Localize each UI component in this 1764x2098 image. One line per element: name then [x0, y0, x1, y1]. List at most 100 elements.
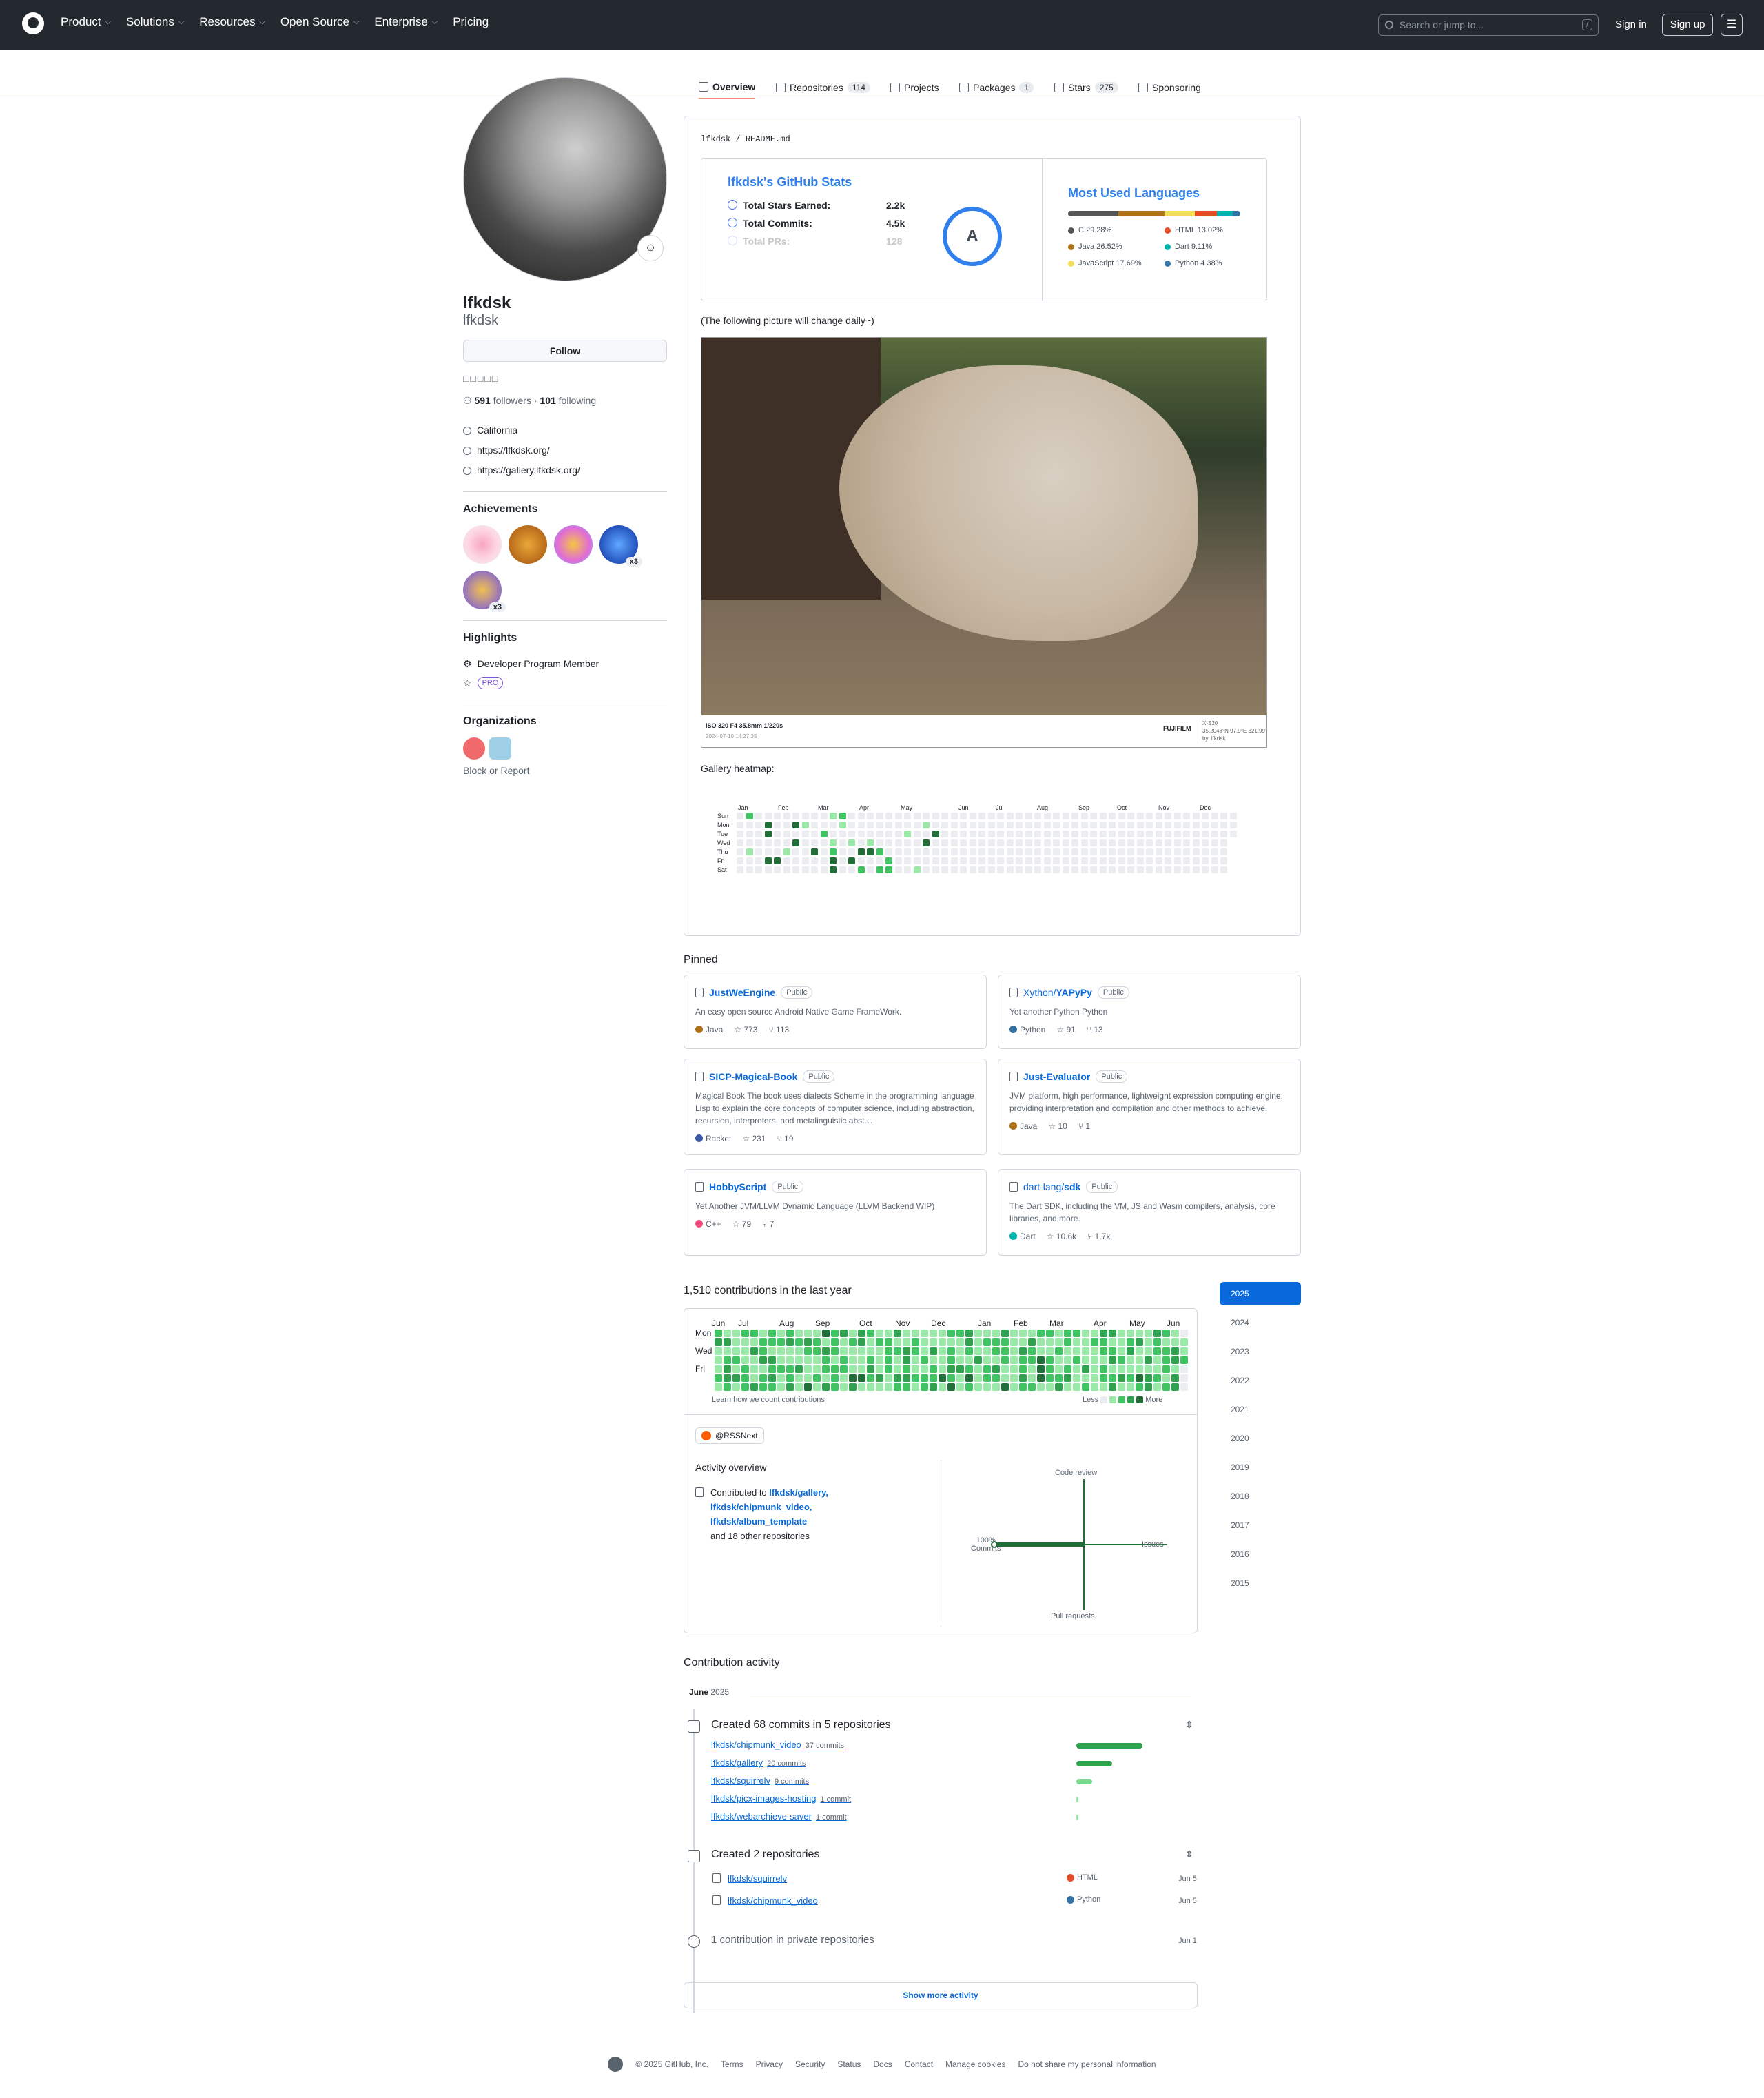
calendar-cell[interactable] [750, 1347, 758, 1355]
calendar-cell[interactable] [903, 1330, 910, 1337]
repo-link[interactable]: Xython/YAPyPy [1023, 987, 1092, 998]
calendar-cell[interactable] [732, 1374, 740, 1382]
year-filter-2015[interactable]: 2015 [1220, 1571, 1301, 1595]
calendar-cell[interactable] [777, 1338, 785, 1346]
calendar-cell[interactable] [921, 1374, 928, 1382]
calendar-cell[interactable] [903, 1356, 910, 1364]
calendar-cell[interactable] [1180, 1338, 1188, 1346]
calendar-cell[interactable] [1055, 1356, 1063, 1364]
calendar-cell[interactable] [831, 1374, 839, 1382]
calendar-cell[interactable] [768, 1330, 776, 1337]
calendar-cell[interactable] [813, 1365, 821, 1373]
calendar-cell[interactable] [732, 1338, 740, 1346]
calendar-cell[interactable] [715, 1347, 722, 1355]
calendar-cell[interactable] [1019, 1356, 1027, 1364]
year-filter-2025[interactable]: 2025 [1220, 1282, 1301, 1305]
calendar-cell[interactable] [1055, 1338, 1063, 1346]
fold-icon[interactable]: ⇕ [1185, 1849, 1193, 1860]
calendar-cell[interactable] [867, 1365, 874, 1373]
created-repo-link[interactable]: lfkdsk/chipmunk_video [728, 1895, 818, 1906]
calendar-cell[interactable] [1162, 1330, 1170, 1337]
calendar-cell[interactable] [939, 1356, 946, 1364]
calendar-cell[interactable] [1082, 1330, 1089, 1337]
following-count[interactable]: 101 [540, 395, 555, 406]
calendar-cell[interactable] [1118, 1374, 1125, 1382]
calendar-cell[interactable] [956, 1374, 964, 1382]
heart-badge-icon[interactable] [463, 525, 502, 564]
repo-owner[interactable]: dart-lang/ [1023, 1181, 1064, 1192]
calendar-cell[interactable] [768, 1365, 776, 1373]
calendar-cell[interactable] [965, 1365, 973, 1373]
calendar-cell[interactable] [894, 1356, 901, 1364]
highlight-text[interactable]: Developer Program Member [478, 654, 599, 673]
calendar-cell[interactable] [804, 1356, 812, 1364]
calendar-cell[interactable] [1127, 1347, 1134, 1355]
calendar-cell[interactable] [849, 1347, 857, 1355]
calendar-cell[interactable] [1127, 1356, 1134, 1364]
calendar-cell[interactable] [1010, 1347, 1018, 1355]
calendar-cell[interactable] [947, 1383, 955, 1391]
calendar-cell[interactable] [903, 1338, 910, 1346]
calendar-cell[interactable] [947, 1330, 955, 1337]
calendar-cell[interactable] [885, 1330, 892, 1337]
calendar-cell[interactable] [1109, 1330, 1116, 1337]
calendar-cell[interactable] [1118, 1330, 1125, 1337]
calendar-cell[interactable] [876, 1365, 883, 1373]
footer-link-2[interactable]: Privacy [756, 2059, 783, 2069]
calendar-cell[interactable] [795, 1383, 803, 1391]
calendar-cell[interactable] [894, 1383, 901, 1391]
calendar-cell[interactable] [813, 1374, 821, 1382]
tab-repositories[interactable]: Repositories 114 [776, 76, 870, 99]
year-filter-2024[interactable]: 2024 [1220, 1311, 1301, 1334]
calendar-cell[interactable] [992, 1347, 1000, 1355]
calendar-cell[interactable] [813, 1347, 821, 1355]
calendar-cell[interactable] [1001, 1347, 1009, 1355]
link-text[interactable]: https://lfkdsk.org/ [477, 440, 550, 460]
footer-link-7[interactable]: Manage cookies [945, 2059, 1005, 2069]
calendar-cell[interactable] [1100, 1356, 1107, 1364]
commit-count[interactable]: 20 commits [767, 1760, 806, 1768]
calendar-cell[interactable] [849, 1338, 857, 1346]
calendar-cell[interactable] [1010, 1356, 1018, 1364]
nav-product[interactable]: Product ⌵ [61, 15, 111, 29]
followers-label[interactable]: followers [493, 395, 531, 406]
website-link[interactable]: https://gallery.lfkdsk.org/ [463, 460, 667, 480]
calendar-cell[interactable] [992, 1338, 1000, 1346]
calendar-cell[interactable] [1046, 1330, 1054, 1337]
calendar-cell[interactable] [759, 1383, 767, 1391]
calendar-cell[interactable] [1109, 1374, 1116, 1382]
calendar-cell[interactable] [1109, 1338, 1116, 1346]
year-filter-2016[interactable]: 2016 [1220, 1542, 1301, 1566]
calendar-cell[interactable] [867, 1356, 874, 1364]
calendar-cell[interactable] [759, 1330, 767, 1337]
calendar-cell[interactable] [804, 1374, 812, 1382]
calendar-cell[interactable] [1118, 1365, 1125, 1373]
calendar-cell[interactable] [1019, 1383, 1027, 1391]
calendar-cell[interactable] [1064, 1330, 1071, 1337]
calendar-cell[interactable] [1162, 1365, 1170, 1373]
sign-up-button[interactable]: Sign up [1662, 14, 1713, 36]
following-label[interactable]: following [559, 395, 596, 406]
calendar-cell[interactable] [1028, 1383, 1036, 1391]
calendar-cell[interactable] [759, 1356, 767, 1364]
calendar-cell[interactable] [1064, 1383, 1071, 1391]
calendar-cell[interactable] [1180, 1374, 1188, 1382]
repo-stars[interactable]: ☆ 231 [742, 1134, 766, 1143]
calendar-cell[interactable] [921, 1347, 928, 1355]
calendar-cell[interactable] [786, 1374, 794, 1382]
calendar-cell[interactable] [804, 1330, 812, 1337]
calendar-cell[interactable] [741, 1338, 749, 1346]
calendar-cell[interactable] [1136, 1338, 1143, 1346]
calendar-cell[interactable] [1019, 1365, 1027, 1373]
calendar-cell[interactable] [1171, 1365, 1179, 1373]
footer-link-1[interactable]: Terms [721, 2059, 743, 2069]
footer-link-6[interactable]: Contact [905, 2059, 933, 2069]
calendar-cell[interactable] [983, 1338, 991, 1346]
calendar-cell[interactable] [768, 1356, 776, 1364]
calendar-cell[interactable] [715, 1338, 722, 1346]
tab-projects[interactable]: Projects [890, 76, 939, 99]
calendar-cell[interactable] [1028, 1330, 1036, 1337]
calendar-cell[interactable] [1019, 1330, 1027, 1337]
tab-stars[interactable]: Stars 275 [1054, 76, 1118, 99]
calendar-cell[interactable] [974, 1338, 982, 1346]
